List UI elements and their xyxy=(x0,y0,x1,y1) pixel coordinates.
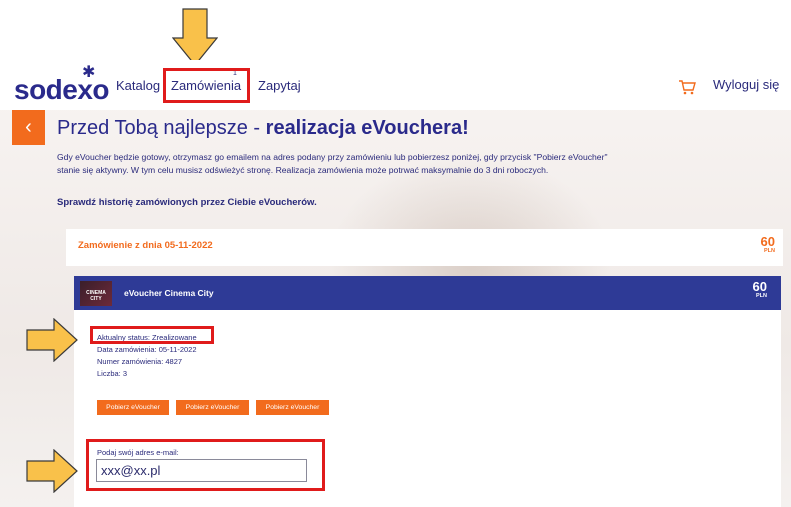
download-evoucher-button-1[interactable]: Pobierz eVoucher xyxy=(97,400,169,415)
voucher-name: eVoucher Cinema City xyxy=(124,288,214,298)
order-number-text: Numer zamówienia: 4827 xyxy=(97,357,183,366)
download-evoucher-button-3[interactable]: Pobierz eVoucher xyxy=(256,400,329,415)
annotation-arrow-right-icon xyxy=(26,449,78,493)
top-header: sodexo ✱ Katalog Zamówienia 1 Zapytaj Wy… xyxy=(0,60,791,110)
page-description: Gdy eVoucher będzie gotowy, otrzymasz go… xyxy=(57,152,608,175)
cart-icon[interactable] xyxy=(678,79,696,95)
order-price-value: 60 xyxy=(760,234,775,249)
back-button[interactable]: ‹ xyxy=(12,110,45,145)
voucher-price: 60 PLN xyxy=(753,280,767,300)
logo-star-icon: ✱ xyxy=(82,64,96,81)
annotation-highlight-nav xyxy=(163,68,250,103)
voucher-price-currency: PLN xyxy=(756,293,767,299)
title-plain: Przed Tobą najlepsze - xyxy=(57,117,266,139)
annotation-arrow-down-icon xyxy=(172,8,218,66)
order-price: 60 PLN xyxy=(761,235,775,255)
order-history-link[interactable]: Sprawdź historię zamówionych przez Ciebi… xyxy=(57,197,317,208)
order-price-currency: PLN xyxy=(764,248,775,254)
voucher-price-value: 60 xyxy=(752,279,767,294)
annotation-highlight-email xyxy=(86,439,325,491)
page-title: Przed Tobą najlepsze - realizacja eVouch… xyxy=(57,117,469,140)
nav-katalog[interactable]: Katalog xyxy=(116,78,160,93)
order-date-label: Zamówienie z dnia 05-11-2022 xyxy=(78,240,213,251)
order-header: Zamówienie z dnia 05-11-2022 60 PLN xyxy=(66,229,783,266)
title-bold: realizacja eVouchera! xyxy=(265,117,469,139)
annotation-highlight-status xyxy=(90,326,214,344)
voucher-thumbnail: CINEMA CITY xyxy=(80,281,112,306)
logout-link[interactable]: Wyloguj się xyxy=(713,77,779,92)
order-date-text: Data zamówienia: 05-11-2022 xyxy=(97,345,197,354)
annotation-arrow-right-icon xyxy=(26,318,78,362)
download-evoucher-button-2[interactable]: Pobierz eVoucher xyxy=(176,400,249,415)
voucher-bar: CINEMA CITY eVoucher Cinema City 60 PLN xyxy=(74,276,781,310)
nav-zapytaj[interactable]: Zapytaj xyxy=(258,78,301,93)
quantity-text: Liczba: 3 xyxy=(97,369,128,378)
